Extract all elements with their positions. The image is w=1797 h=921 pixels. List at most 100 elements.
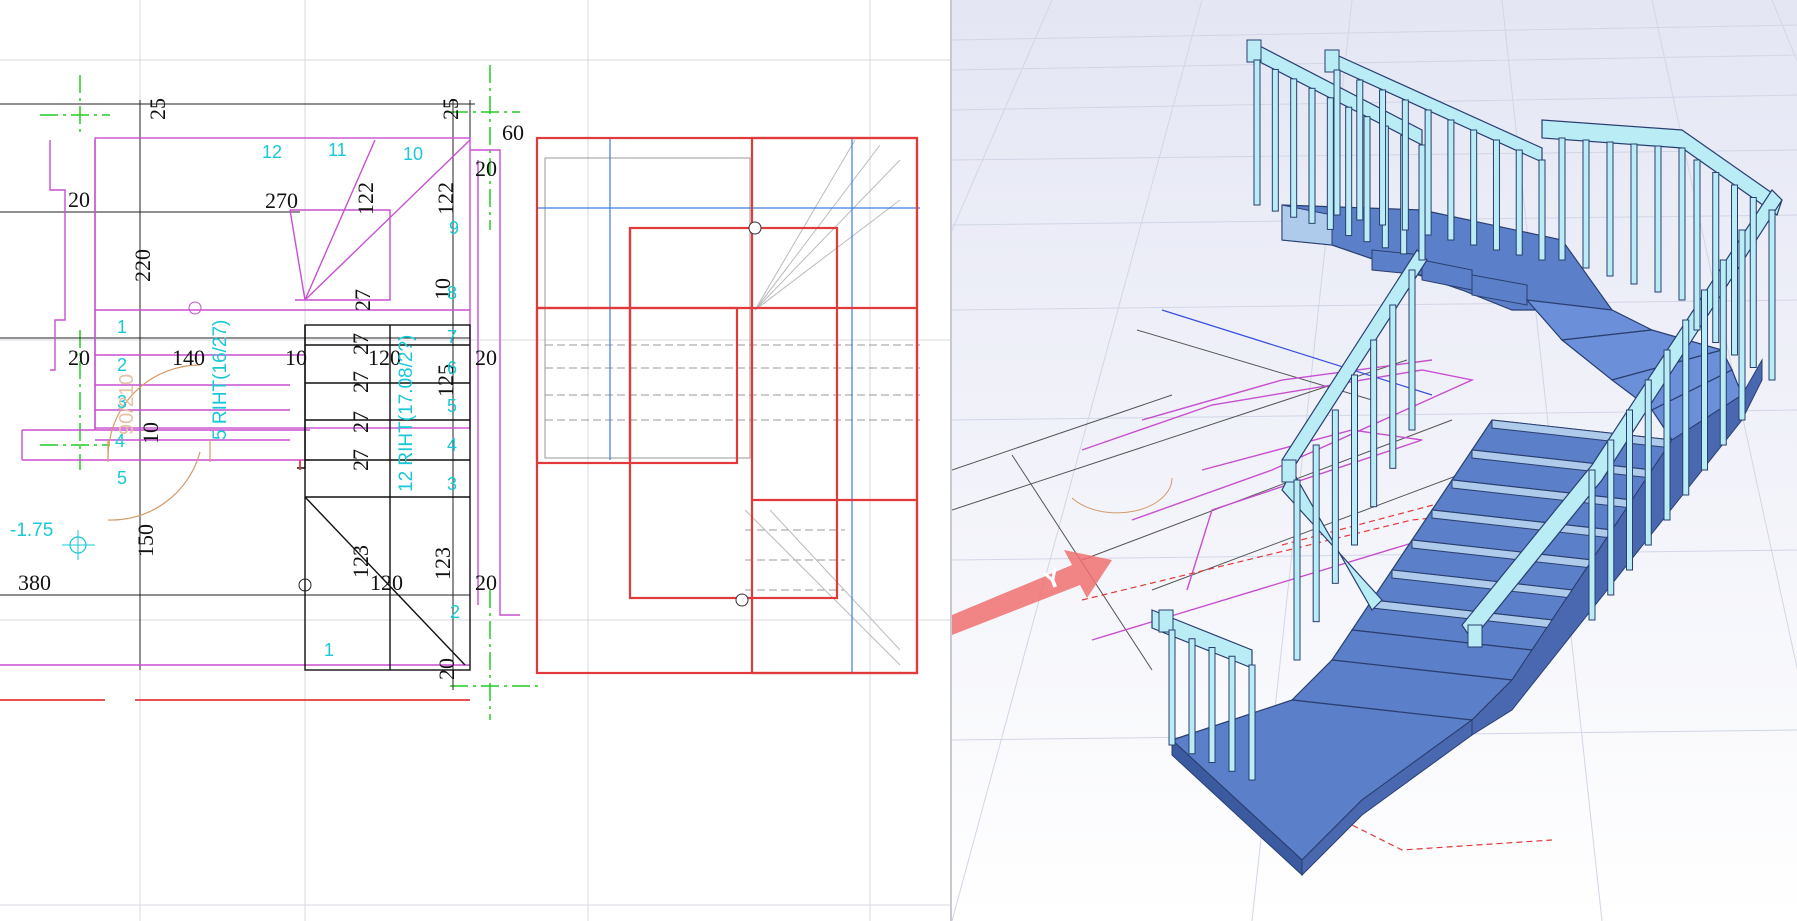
baluster: [1379, 89, 1387, 226]
baluster: [1538, 159, 1546, 261]
dimension-label: 10: [285, 345, 307, 370]
dimension-label: 25: [438, 98, 463, 120]
baluster: [1558, 137, 1566, 261]
baluster: [1345, 106, 1353, 237]
cad-workspace: 25 25 60 20 270 122 122 20 2 20 20 140 10…: [0, 0, 1797, 921]
dimension-label: 122: [433, 182, 458, 215]
baluster: [1418, 144, 1426, 261]
baluster: [1607, 439, 1615, 596]
baluster: [1626, 409, 1633, 571]
baluster: [1293, 479, 1301, 661]
dimension-label: 25: [145, 98, 170, 120]
baluster: [1447, 119, 1455, 241]
baluster: [1253, 59, 1261, 206]
step-number: 8: [447, 283, 457, 303]
section-drawing: [535, 136, 920, 675]
step-number: 1: [324, 640, 334, 660]
baluster: [1712, 172, 1720, 343]
baluster: [1738, 229, 1746, 421]
baluster: [1312, 444, 1320, 623]
baluster: [1188, 638, 1196, 755]
baluster: [1663, 349, 1671, 521]
baluster: [1208, 647, 1216, 763]
dimension-label: 20: [475, 345, 497, 370]
baluster: [1326, 97, 1334, 230]
door-label: 90/210: [116, 374, 138, 435]
baluster: [1682, 319, 1690, 496]
baluster: [1678, 147, 1686, 301]
dimension-label: 27: [348, 333, 373, 355]
3d-model-render[interactable]: Y: [952, 0, 1797, 921]
step-number: 11: [328, 140, 347, 160]
step-number: 7: [447, 327, 457, 347]
dimension-label: 270: [265, 188, 298, 213]
baluster: [1719, 259, 1727, 446]
dimension-label: 60: [502, 120, 524, 145]
dimension-label: 27: [348, 449, 373, 471]
baluster: [1363, 116, 1371, 243]
baluster: [1333, 69, 1341, 216]
dimension-label: 20: [434, 658, 459, 680]
dimension-label: 20: [68, 345, 90, 370]
dimension-label: 27: [348, 411, 373, 433]
dimension-label: 20: [475, 156, 497, 181]
dimension-label: 123: [430, 547, 455, 580]
step-number: 5: [117, 468, 127, 488]
baluster: [1693, 159, 1701, 331]
baluster: [1168, 629, 1176, 746]
baluster: [1606, 141, 1614, 277]
baluster: [1644, 379, 1652, 546]
axis-lines: [40, 65, 540, 720]
dimension-label: 20: [475, 570, 497, 595]
step-number: 5: [447, 396, 457, 416]
step-number: 3: [447, 474, 457, 494]
baluster: [1588, 469, 1596, 621]
baluster: [1351, 374, 1358, 546]
baluster: [1290, 78, 1298, 218]
dimension-label: 20: [68, 187, 90, 212]
step-number: 10: [403, 144, 423, 164]
baluster: [1331, 409, 1339, 584]
baluster: [1248, 664, 1256, 781]
dimension-label: 27: [350, 289, 375, 311]
dimension-label: 120: [370, 570, 403, 595]
baluster: [1424, 109, 1432, 236]
plan-view-viewport[interactable]: 25 25 60 20 270 122 122 20 2 20 20 140 10…: [0, 0, 950, 921]
baluster: [1470, 129, 1478, 246]
baluster: [1228, 655, 1236, 772]
baluster: [1389, 304, 1397, 469]
baluster: [1749, 197, 1757, 368]
step-number: 12: [262, 142, 282, 162]
flight-label: 5 RIHT(16/27): [210, 320, 231, 440]
dimension-label: 140: [172, 345, 205, 370]
step-number: 6: [447, 358, 457, 378]
node-marker: [188, 301, 202, 315]
flight-label: 12 RIHT(17.08/2?): [396, 335, 417, 492]
step-number: 1: [117, 317, 127, 337]
dimension-label: 150: [133, 524, 158, 557]
baluster: [1370, 339, 1378, 508]
step-number: 2: [450, 602, 460, 622]
baluster: [1701, 289, 1708, 471]
baluster: [1515, 149, 1523, 256]
level-label: -1.75: [10, 520, 53, 541]
dimension-label: 27: [348, 371, 373, 393]
baluster: [1308, 87, 1316, 224]
dimension-label: 122: [353, 182, 378, 215]
step-number: 4: [447, 435, 457, 455]
baluster: [1408, 269, 1416, 431]
baluster: [1630, 143, 1638, 285]
dimension-label: 380: [18, 570, 51, 595]
3d-view-viewport[interactable]: Y: [952, 0, 1797, 921]
step-number: 9: [449, 218, 459, 238]
level-marker: [62, 530, 95, 560]
baluster: [1768, 209, 1776, 381]
baluster: [1271, 68, 1279, 212]
baluster: [1356, 79, 1364, 221]
baluster: [1401, 99, 1409, 231]
baluster: [1731, 184, 1738, 356]
baluster: [1582, 139, 1590, 269]
baluster: [1654, 145, 1662, 293]
plan-drawing[interactable]: 25 25 60 20 270 122 122 20 2 20 20 140 10…: [0, 0, 950, 921]
wall-outlines: [0, 137, 520, 666]
